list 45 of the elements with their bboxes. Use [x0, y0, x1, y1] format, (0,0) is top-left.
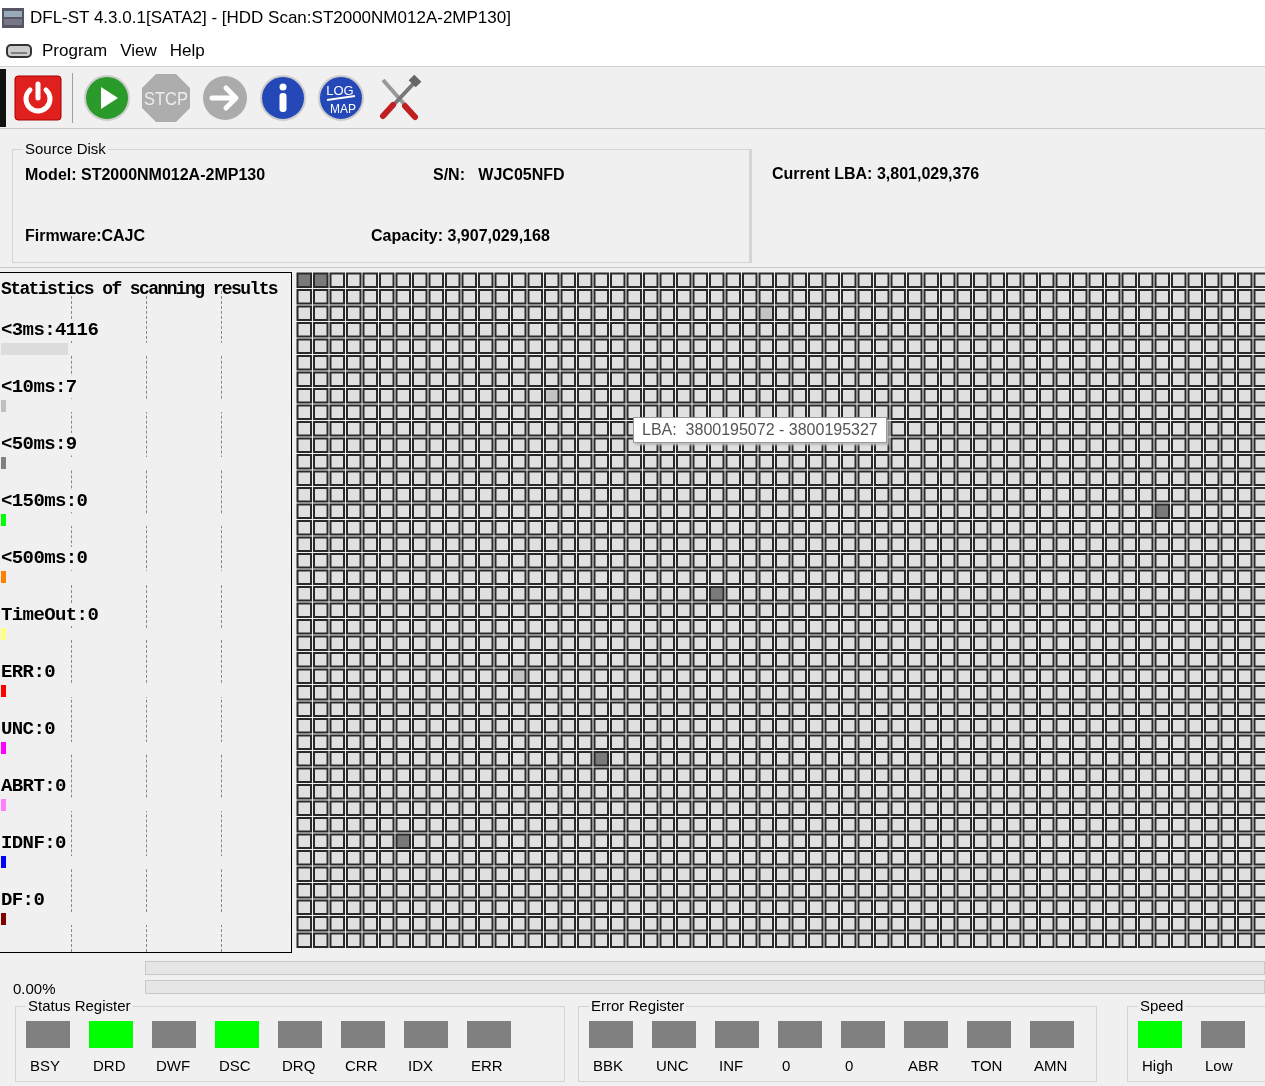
app-icon	[2, 7, 24, 28]
indicator-label: BBK	[592, 1057, 623, 1074]
drive-icon	[6, 43, 32, 58]
current-lba-text: Current LBA: 3,801,029,376	[772, 165, 980, 182]
panel-title: Error Register	[589, 997, 687, 1014]
statistic-label: <50ms:9	[1, 433, 77, 455]
indicator-label: ABR	[907, 1057, 939, 1074]
statistic-label: <10ms:7	[1, 376, 77, 398]
menu-item[interactable]: View	[118, 38, 168, 63]
serial-number-text: S/N: WJC05NFD	[433, 166, 566, 185]
info-button[interactable]	[259, 73, 307, 122]
indicator-label: AMN	[1033, 1057, 1068, 1074]
statistics-title: Statistics of scanning results	[1, 279, 278, 299]
indicator-label: TON	[970, 1057, 1003, 1074]
play-button[interactable]	[83, 73, 131, 122]
power-button[interactable]	[14, 74, 62, 121]
statistic-label: <3ms:4116	[1, 319, 99, 341]
indicator-label: DRQ	[281, 1057, 316, 1074]
logmap-button[interactable]: LOG MAP	[317, 73, 365, 122]
indicator-label: DSC	[218, 1057, 251, 1074]
indicator-label: Low	[1204, 1057, 1233, 1074]
lba-tooltip: LBA: 3800195072 - 3800195327	[633, 417, 887, 443]
indicator-label: High	[1141, 1057, 1173, 1074]
statistic-label: <150ms:0	[1, 490, 88, 512]
progress-percent: 0.00%	[13, 980, 56, 997]
statistic-label: <500ms:0	[1, 547, 88, 569]
model-text: Model: ST2000NM012A-2MP130	[25, 166, 267, 185]
capacity-text: Capacity: 3,907,029,168	[371, 227, 551, 246]
statistic-label: TimeOut:0	[1, 604, 99, 626]
indicator-label: 0	[844, 1057, 854, 1074]
indicator-label: DWF	[155, 1057, 191, 1074]
indicator-label: DRD	[92, 1057, 126, 1074]
indicator-label: INF	[718, 1057, 744, 1074]
menu-item[interactable]: Program	[40, 38, 119, 63]
panel-title: Speed	[1138, 997, 1186, 1014]
indicator-label: 0	[781, 1057, 791, 1074]
indicator-label: CRR	[344, 1057, 378, 1074]
indicator-label: ERR	[470, 1057, 503, 1074]
indicator-label: BSY	[29, 1057, 60, 1074]
panel-title: Source Disk	[23, 140, 108, 157]
panel-title: Status Register	[26, 997, 133, 1014]
indicator-label: IDX	[407, 1057, 433, 1074]
indicator-label: UNC	[655, 1057, 689, 1074]
menu-item[interactable]: Help	[167, 38, 216, 63]
window-title: DFL-ST 4.3.0.1[SATA2] - [HDD Scan:ST2000NM012A-2MP130]	[30, 7, 511, 28]
